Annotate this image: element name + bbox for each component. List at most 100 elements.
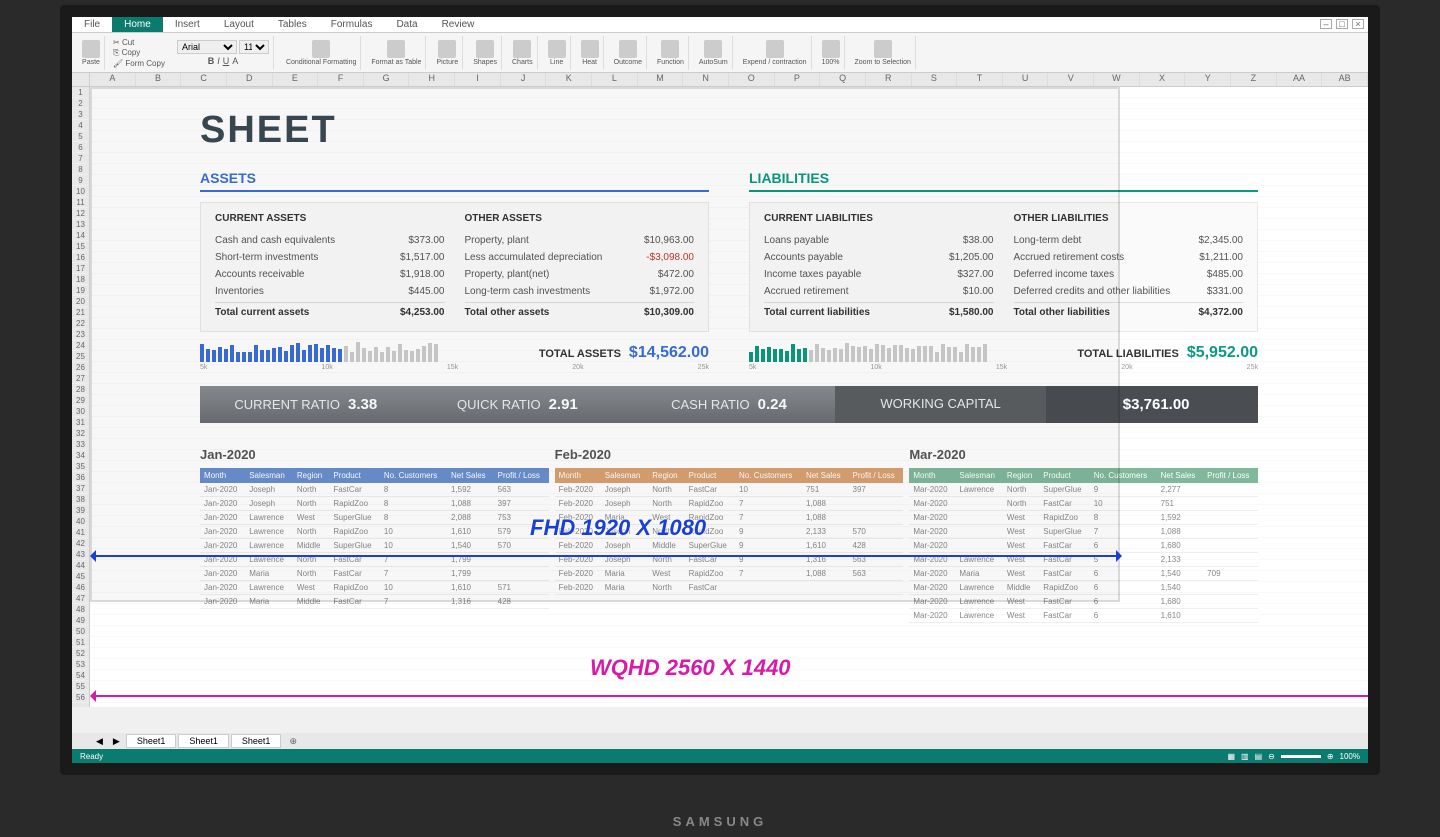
zoom-in-button[interactable]: ⊕	[1327, 752, 1334, 761]
row-header[interactable]: 32	[72, 428, 89, 439]
sheet-nav-button[interactable]: ▶	[109, 736, 124, 747]
col-header[interactable]: F	[318, 73, 364, 86]
table-row[interactable]: Feb-2020MariaNorthFastCar	[555, 581, 904, 595]
row-header[interactable]: 39	[72, 505, 89, 516]
menu-tab-layout[interactable]: Layout	[212, 17, 266, 32]
zoom-slider[interactable]	[1281, 755, 1321, 758]
col-header[interactable]: O	[729, 73, 775, 86]
view-page-icon[interactable]: ▥	[1241, 752, 1249, 761]
col-header[interactable]: L	[592, 73, 638, 86]
italic-button[interactable]: I	[217, 56, 220, 66]
row-header[interactable]: 38	[72, 494, 89, 505]
sheet-tab[interactable]: Sheet1	[178, 734, 229, 748]
font-size-select[interactable]: 11	[239, 40, 269, 54]
table-row[interactable]: Jan-2020JosephNorthRapidZoo81,088397	[200, 497, 549, 511]
row-header[interactable]: 48	[72, 604, 89, 615]
row-header[interactable]: 45	[72, 571, 89, 582]
row-header[interactable]: 27	[72, 373, 89, 384]
tool-shapes[interactable]: Shapes	[469, 36, 502, 70]
menu-tab-file[interactable]: File	[72, 17, 112, 32]
row-header[interactable]: 19	[72, 285, 89, 296]
col-header[interactable]: I	[455, 73, 501, 86]
table-row[interactable]: Jan-2020MariaMiddleFastCar71,316428	[200, 595, 549, 609]
row-header[interactable]: 28	[72, 384, 89, 395]
table-row[interactable]: Jan-2020LawrenceWestSuperGlue82,088753	[200, 511, 549, 525]
row-header[interactable]: 20	[72, 296, 89, 307]
row-header[interactable]: 54	[72, 670, 89, 681]
row-header[interactable]: 40	[72, 516, 89, 527]
row-header[interactable]: 14	[72, 230, 89, 241]
col-header[interactable]: J	[501, 73, 547, 86]
table-row[interactable]: Mar-2020LawrenceMiddleRapidZoo61,540	[909, 581, 1258, 595]
col-header[interactable]: Z	[1231, 73, 1277, 86]
font-name-select[interactable]: Arial	[177, 40, 237, 54]
tool-heat[interactable]: Heat	[577, 36, 604, 70]
menu-tab-review[interactable]: Review	[430, 17, 487, 32]
row-header[interactable]: 29	[72, 395, 89, 406]
maximize-button[interactable]: □	[1336, 19, 1348, 29]
row-header[interactable]: 46	[72, 582, 89, 593]
row-header[interactable]: 37	[72, 483, 89, 494]
table-row[interactable]: Mar-2020WestRapidZoo81,592	[909, 511, 1258, 525]
col-header[interactable]: X	[1140, 73, 1186, 86]
tool-autosum[interactable]: AutoSum	[695, 36, 733, 70]
col-header[interactable]: H	[409, 73, 455, 86]
table-row[interactable]: Mar-2020LawrenceWestFastCar61,610	[909, 609, 1258, 623]
row-header[interactable]: 3	[72, 109, 89, 120]
row-header[interactable]: 47	[72, 593, 89, 604]
row-header[interactable]: 35	[72, 461, 89, 472]
row-header[interactable]: 30	[72, 406, 89, 417]
row-header[interactable]: 49	[72, 615, 89, 626]
col-header[interactable]: K	[546, 73, 592, 86]
row-header[interactable]: 51	[72, 637, 89, 648]
sheet-tab[interactable]: Sheet1	[231, 734, 282, 748]
tool-line[interactable]: Line	[544, 36, 571, 70]
col-header[interactable]: A	[90, 73, 136, 86]
underline-button[interactable]: U	[223, 56, 230, 66]
menu-tab-home[interactable]: Home	[112, 17, 163, 32]
row-header[interactable]: 41	[72, 527, 89, 538]
tool-expend-contraction[interactable]: Expend / contraction	[739, 36, 812, 70]
tool-conditional-formatting[interactable]: Conditional Formatting	[282, 36, 361, 70]
col-header[interactable]: V	[1048, 73, 1094, 86]
sheet-nav-button[interactable]: ◀	[92, 736, 107, 747]
row-header[interactable]: 15	[72, 241, 89, 252]
row-header[interactable]: 17	[72, 263, 89, 274]
paste-group[interactable]: Paste	[78, 36, 105, 70]
row-header[interactable]: 21	[72, 307, 89, 318]
row-header[interactable]: 53	[72, 659, 89, 670]
row-header[interactable]: 4	[72, 120, 89, 131]
row-header[interactable]: 1	[72, 87, 89, 98]
tool--[interactable]: 100%	[818, 36, 845, 70]
view-normal-icon[interactable]: ▦	[1227, 752, 1235, 761]
col-header[interactable]: C	[181, 73, 227, 86]
col-header[interactable]: T	[957, 73, 1003, 86]
row-header[interactable]: 13	[72, 219, 89, 230]
minimize-button[interactable]: –	[1320, 19, 1332, 29]
col-header[interactable]: D	[227, 73, 273, 86]
bold-button[interactable]: B	[208, 56, 215, 66]
row-header[interactable]: 18	[72, 274, 89, 285]
row-header[interactable]: 50	[72, 626, 89, 637]
col-header[interactable]: B	[136, 73, 182, 86]
col-header[interactable]: P	[775, 73, 821, 86]
table-row[interactable]: Mar-2020WestSuperGlue71,088	[909, 525, 1258, 539]
menu-tab-tables[interactable]: Tables	[266, 17, 319, 32]
row-header[interactable]: 23	[72, 329, 89, 340]
col-header[interactable]: AB	[1322, 73, 1368, 86]
row-header[interactable]: 8	[72, 164, 89, 175]
table-row[interactable]: Feb-2020MariaWestRapidZoo71,088563	[555, 567, 904, 581]
font-color-button[interactable]: A	[232, 56, 238, 66]
col-header[interactable]: Q	[820, 73, 866, 86]
row-header[interactable]: 31	[72, 417, 89, 428]
row-header[interactable]: 6	[72, 142, 89, 153]
row-header[interactable]: 42	[72, 538, 89, 549]
table-row[interactable]: Mar-2020MariaWestFastCar61,540709	[909, 567, 1258, 581]
row-header[interactable]: 52	[72, 648, 89, 659]
zoom-out-button[interactable]: ⊖	[1268, 752, 1275, 761]
menu-tab-insert[interactable]: Insert	[163, 17, 212, 32]
table-row[interactable]: Mar-2020WestFastCar61,680	[909, 539, 1258, 553]
select-all-cell[interactable]	[72, 73, 90, 86]
table-row[interactable]: Jan-2020LawrenceNorthRapidZoo101,610579	[200, 525, 549, 539]
row-header[interactable]: 10	[72, 186, 89, 197]
